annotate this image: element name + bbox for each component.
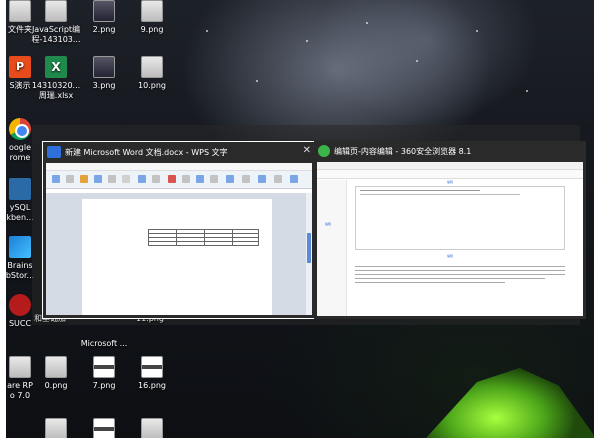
window-title: 新建 Microsoft Word 文档.docx - WPS 文字 [65,147,228,157]
excel-icon: X [45,56,67,78]
image-file-icon [93,0,115,22]
desktop-icon-10png[interactable]: 10.png [124,56,180,91]
image-file-icon [141,0,163,22]
address-bar [317,170,583,179]
browser-tab-bar [317,162,583,170]
image-file-icon [93,356,115,378]
image-file-icon [93,56,115,78]
edit-link[interactable]: 编辑 [447,180,453,184]
desktop-icon-16png[interactable]: 16.png [124,356,180,391]
jetbrains-icon [9,236,31,258]
image-file-icon [141,356,163,378]
mysql-icon [9,178,31,200]
file-icon [45,418,67,438]
edit-link[interactable]: 编辑 [447,254,453,258]
content-editor-box [355,186,565,250]
window-thumbnail-wps[interactable]: 新建 Microsoft Word 文档.docx - WPS 文字 ✕ [42,141,316,319]
360-browser-icon [318,145,330,157]
desktop-icon-9png[interactable]: 9.png [124,0,180,35]
toolbar [46,171,312,189]
desktop-icon-partial-3[interactable] [124,418,180,438]
succ-app-icon [9,294,31,316]
file-icon [93,418,115,438]
window-title-bar: 新建 Microsoft Word 文档.docx - WPS 文字 [43,142,315,162]
window-thumbnail-360-browser[interactable]: 编辑页-内容编辑 - 360安全浏览器 8.1 编辑 编辑 编辑 [314,141,586,319]
task-switcher: 和基础加 11.png 新建 Microsoft Word 文档.docx - … [32,125,586,325]
file-icon [45,0,67,22]
scrollbar[interactable] [306,193,312,315]
close-icon[interactable]: ✕ [303,145,311,156]
window-preview [46,163,312,315]
wps-writer-icon [47,146,61,158]
left-panel [317,180,347,316]
tent-glow [426,368,594,438]
window-title-bar: 编辑页-内容编辑 - 360安全浏览器 8.1 [314,141,586,161]
window-preview: 编辑 编辑 编辑 [317,162,583,316]
edit-link[interactable]: 编辑 [325,222,331,226]
page-content: 编辑 编辑 编辑 [317,180,583,316]
document-area [46,193,312,315]
document-page [82,199,272,315]
image-file-icon [141,56,163,78]
image-file-icon [45,356,67,378]
document-table [148,229,259,246]
chrome-icon [9,118,31,140]
window-title: 编辑页-内容编辑 - 360安全浏览器 8.1 [334,146,472,156]
file-icon [141,418,163,438]
content-text-block [355,262,565,316]
menu-bar [46,163,312,171]
